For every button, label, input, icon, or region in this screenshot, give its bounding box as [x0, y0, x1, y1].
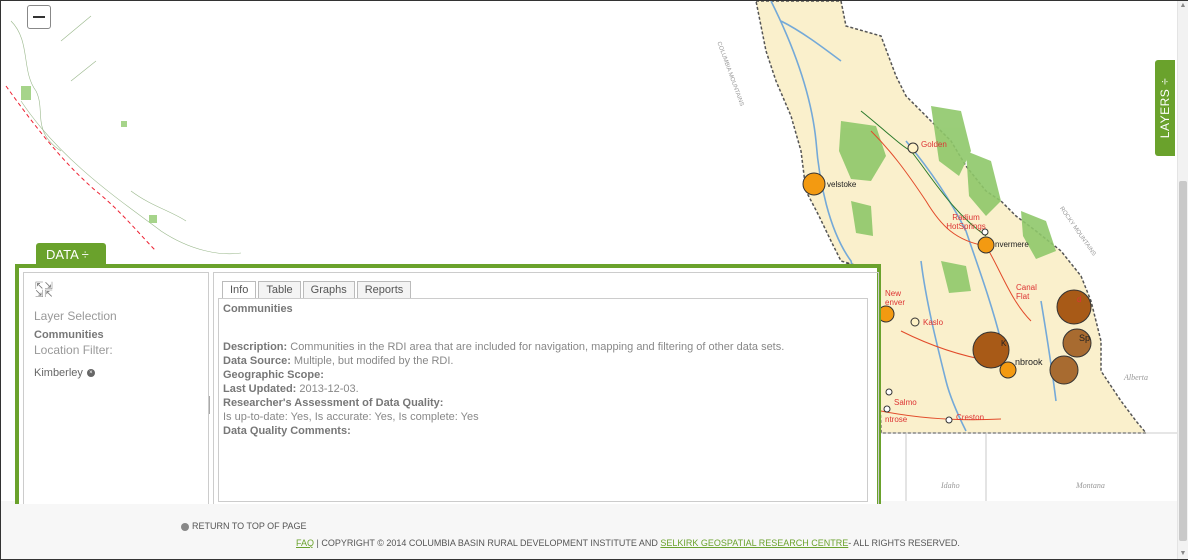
scroll-thumb[interactable] [1179, 181, 1187, 541]
assessment-line: Is up-to-date: Yes, Is accurate: Yes, Is… [223, 411, 479, 423]
label-creston: Creston [956, 413, 985, 422]
scroll-down-icon[interactable]: ▼ [1179, 549, 1187, 559]
label-radium: Radium HotSprings [946, 213, 986, 231]
marker-revelstoke [802, 172, 826, 196]
data-panel: ⇱⇲ ⇲⇱ Layer Selection Communities Locatio… [15, 264, 881, 504]
state-boundaries [881, 432, 1177, 501]
page-scrollbar[interactable]: ▲ ▼ [1177, 1, 1188, 559]
faq-link[interactable]: FAQ [296, 538, 314, 548]
selected-layer-name: Communities [34, 329, 104, 341]
selkirk-link[interactable]: SELKIRK GEOSPATIAL RESEARCH CENTRE [660, 538, 848, 548]
pane-resize-handle[interactable] [209, 396, 212, 414]
marker-sparwood [1056, 289, 1092, 325]
label-invermere: nvermere [995, 240, 1029, 249]
zoom-out-button[interactable] [27, 5, 51, 29]
filter-value: Kimberley [34, 367, 83, 379]
label-cranbrook: nbrook [1015, 357, 1043, 367]
tab-info[interactable]: Info [222, 281, 257, 299]
layers-tab-label: LAYERS ÷ [1158, 77, 1172, 139]
marker-elkford [1049, 355, 1079, 385]
info-metadata: Description: Communities in the RDI area… [223, 340, 784, 438]
tab-graphs[interactable]: Graphs [302, 281, 355, 299]
description-line: Description: Communities in the RDI area… [223, 341, 785, 353]
western-terrain [10, 15, 242, 255]
source-line: Data Source: Multiple, but modifed by th… [223, 355, 454, 367]
marker-golden [907, 142, 919, 154]
details-pane: Info Table Graphs Reports Communities De… [213, 272, 879, 504]
terrain-patches [21, 86, 157, 223]
layer-selection-label: Layer Selection [34, 309, 117, 323]
scope-line: Geographic Scope: [223, 369, 324, 381]
label-revelstoke: velstoke [827, 180, 857, 189]
label-idaho: Idaho [941, 481, 960, 490]
label-canal-flats: Canal Flat [1016, 283, 1037, 301]
marker-salmo [885, 388, 893, 396]
label-alberta: Alberta [1124, 373, 1148, 382]
comments-line: Data Quality Comments: [223, 425, 351, 437]
label-salmo: Salmo [894, 398, 917, 407]
label-montana: Montana [1076, 481, 1105, 490]
layer-selection-pane: ⇱⇲ ⇲⇱ Layer Selection Communities Locatio… [23, 272, 209, 504]
label-golden: Golden [921, 140, 947, 149]
marker-cranbrook-orange [999, 361, 1017, 379]
location-filter-label: Location Filter: [34, 343, 113, 357]
expand-icon[interactable]: ⇱⇲ ⇲⇱ [35, 282, 54, 300]
minus-icon [33, 16, 45, 18]
data-tab-button[interactable]: DATA ÷ [36, 243, 106, 265]
label-montrose: ntrose [885, 415, 908, 424]
remove-filter-icon[interactable]: × [86, 369, 95, 378]
tab-reports[interactable]: Reports [356, 281, 412, 299]
label-d: d [1077, 295, 1082, 304]
tab-table[interactable]: Table [258, 281, 301, 299]
copyright-line: FAQ | COPYRIGHT © 2014 COLUMBIA BASIN RU… [296, 538, 960, 548]
marker-creston [945, 416, 953, 424]
updated-line: Last Updated: 2013-12-03. [223, 383, 359, 395]
marker-kimberley [972, 331, 1010, 369]
label-kaslo: Kaslo [923, 318, 944, 327]
label-kimberley: K [1001, 339, 1007, 348]
info-content: Communities Description: Communities in … [218, 298, 868, 502]
assessment-heading: Researcher's Assessment of Data Quality: [223, 397, 444, 409]
label-new-denver: New enver [885, 289, 906, 307]
marker-montrose [883, 405, 891, 413]
page-footer: RETURN TO TOP OF PAGE FAQ | COPYRIGHT © … [1, 501, 1177, 559]
marker-invermere [977, 236, 995, 254]
up-arrow-icon [181, 522, 189, 531]
return-to-top-link[interactable]: RETURN TO TOP OF PAGE [181, 521, 307, 531]
location-filter-chip: Kimberley × [34, 367, 95, 379]
marker-kaslo [910, 317, 920, 327]
scroll-up-icon[interactable]: ▲ [1179, 1, 1187, 11]
label-sparwood: Sp [1079, 333, 1091, 343]
info-title: Communities [223, 303, 293, 315]
layers-tab-button[interactable]: LAYERS ÷ [1155, 60, 1175, 156]
details-tabs: Info Table Graphs Reports [222, 281, 412, 299]
